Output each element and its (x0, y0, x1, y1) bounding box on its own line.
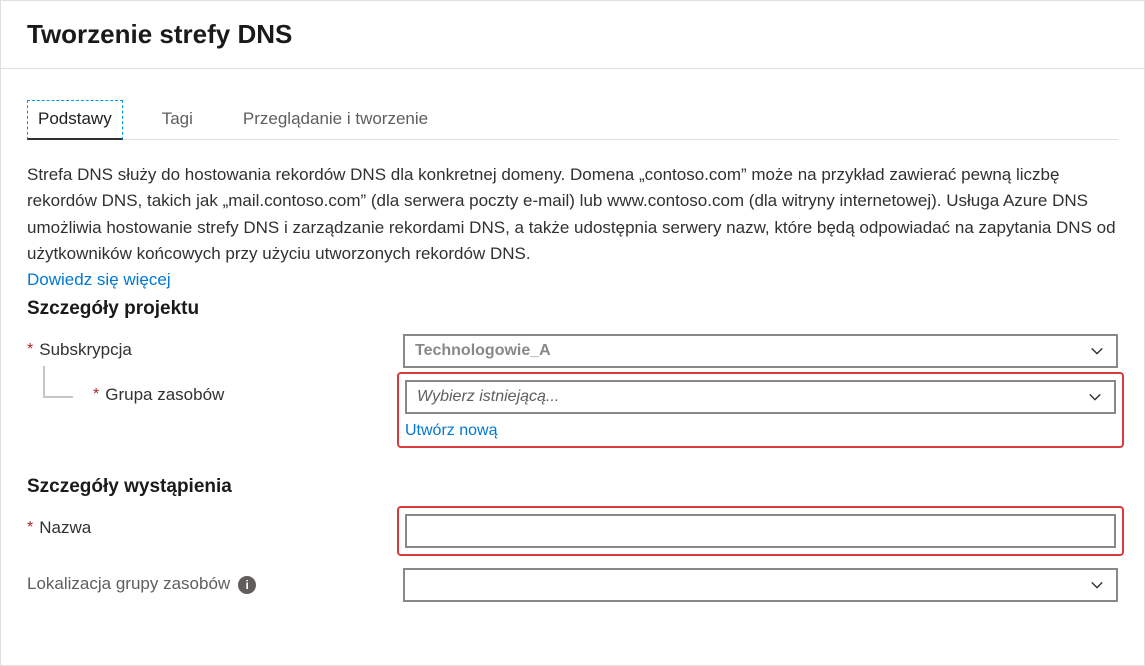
rg-location-select[interactable] (403, 568, 1118, 602)
header-divider (1, 68, 1144, 69)
page-content: Podstawy Tagi Przeglądanie i tworzenie S… (1, 99, 1144, 628)
name-input[interactable] (405, 514, 1116, 548)
field-name (403, 512, 1118, 550)
chevron-down-icon (1088, 342, 1106, 360)
description-block: Strefa DNS służy do hostowania rekordów … (27, 162, 1118, 294)
resource-group-select[interactable]: Wybierz istniejącą... (405, 380, 1116, 414)
subscription-select[interactable]: Technologowie_A (403, 334, 1118, 368)
label-subscription: * Subskrypcja (27, 334, 403, 360)
chevron-down-icon (1088, 576, 1106, 594)
label-rg-location-text: Lokalizacja grupy zasobów (27, 574, 230, 594)
field-subscription: Technologowie_A (403, 334, 1118, 368)
chevron-down-icon (1086, 388, 1104, 406)
required-marker: * (27, 519, 33, 537)
required-marker: * (93, 386, 99, 404)
highlight-name (397, 506, 1124, 556)
subscription-value: Technologowie_A (415, 342, 551, 360)
tabs: Podstawy Tagi Przeglądanie i tworzenie (27, 99, 1118, 140)
field-rg-location (403, 568, 1118, 602)
page-header: Tworzenie strefy DNS (1, 1, 1144, 60)
label-name: * Nazwa (27, 512, 403, 538)
row-rg-location: Lokalizacja grupy zasobów i (27, 568, 1118, 602)
learn-more-link[interactable]: Dowiedz się więcej (27, 270, 171, 289)
create-dns-zone-page: Tworzenie strefy DNS Podstawy Tagi Przeg… (0, 0, 1145, 666)
highlight-resource-group: Wybierz istniejącą... Utwórz nową (397, 372, 1124, 448)
section-title-instance: Szczegóły wystąpienia (27, 476, 1118, 498)
label-subscription-text: Subskrypcja (39, 340, 132, 360)
tab-basics[interactable]: Podstawy (27, 100, 123, 140)
create-new-rg-link[interactable]: Utwórz nową (405, 422, 497, 440)
row-subscription: * Subskrypcja Technologowie_A (27, 334, 1118, 368)
tab-review-create[interactable]: Przeglądanie i tworzenie (232, 100, 439, 140)
label-resource-group-text: Grupa zasobów (105, 385, 224, 405)
label-resource-group: * Grupa zasobów (27, 378, 403, 406)
description-text: Strefa DNS służy do hostowania rekordów … (27, 165, 1116, 263)
tab-tags[interactable]: Tagi (151, 100, 204, 140)
resource-group-placeholder: Wybierz istniejącą... (417, 388, 559, 406)
row-resource-group: * Grupa zasobów Wybierz istniejącą... Ut… (27, 378, 1118, 442)
info-icon[interactable]: i (238, 576, 256, 594)
field-resource-group: Wybierz istniejącą... Utwórz nową (403, 378, 1118, 442)
section-title-project: Szczegóły projektu (27, 298, 1118, 320)
label-rg-location: Lokalizacja grupy zasobów i (27, 568, 403, 594)
row-name: * Nazwa (27, 512, 1118, 550)
label-name-text: Nazwa (39, 518, 91, 538)
indent-connector (33, 384, 89, 406)
page-title: Tworzenie strefy DNS (27, 19, 1118, 50)
required-marker: * (27, 341, 33, 359)
